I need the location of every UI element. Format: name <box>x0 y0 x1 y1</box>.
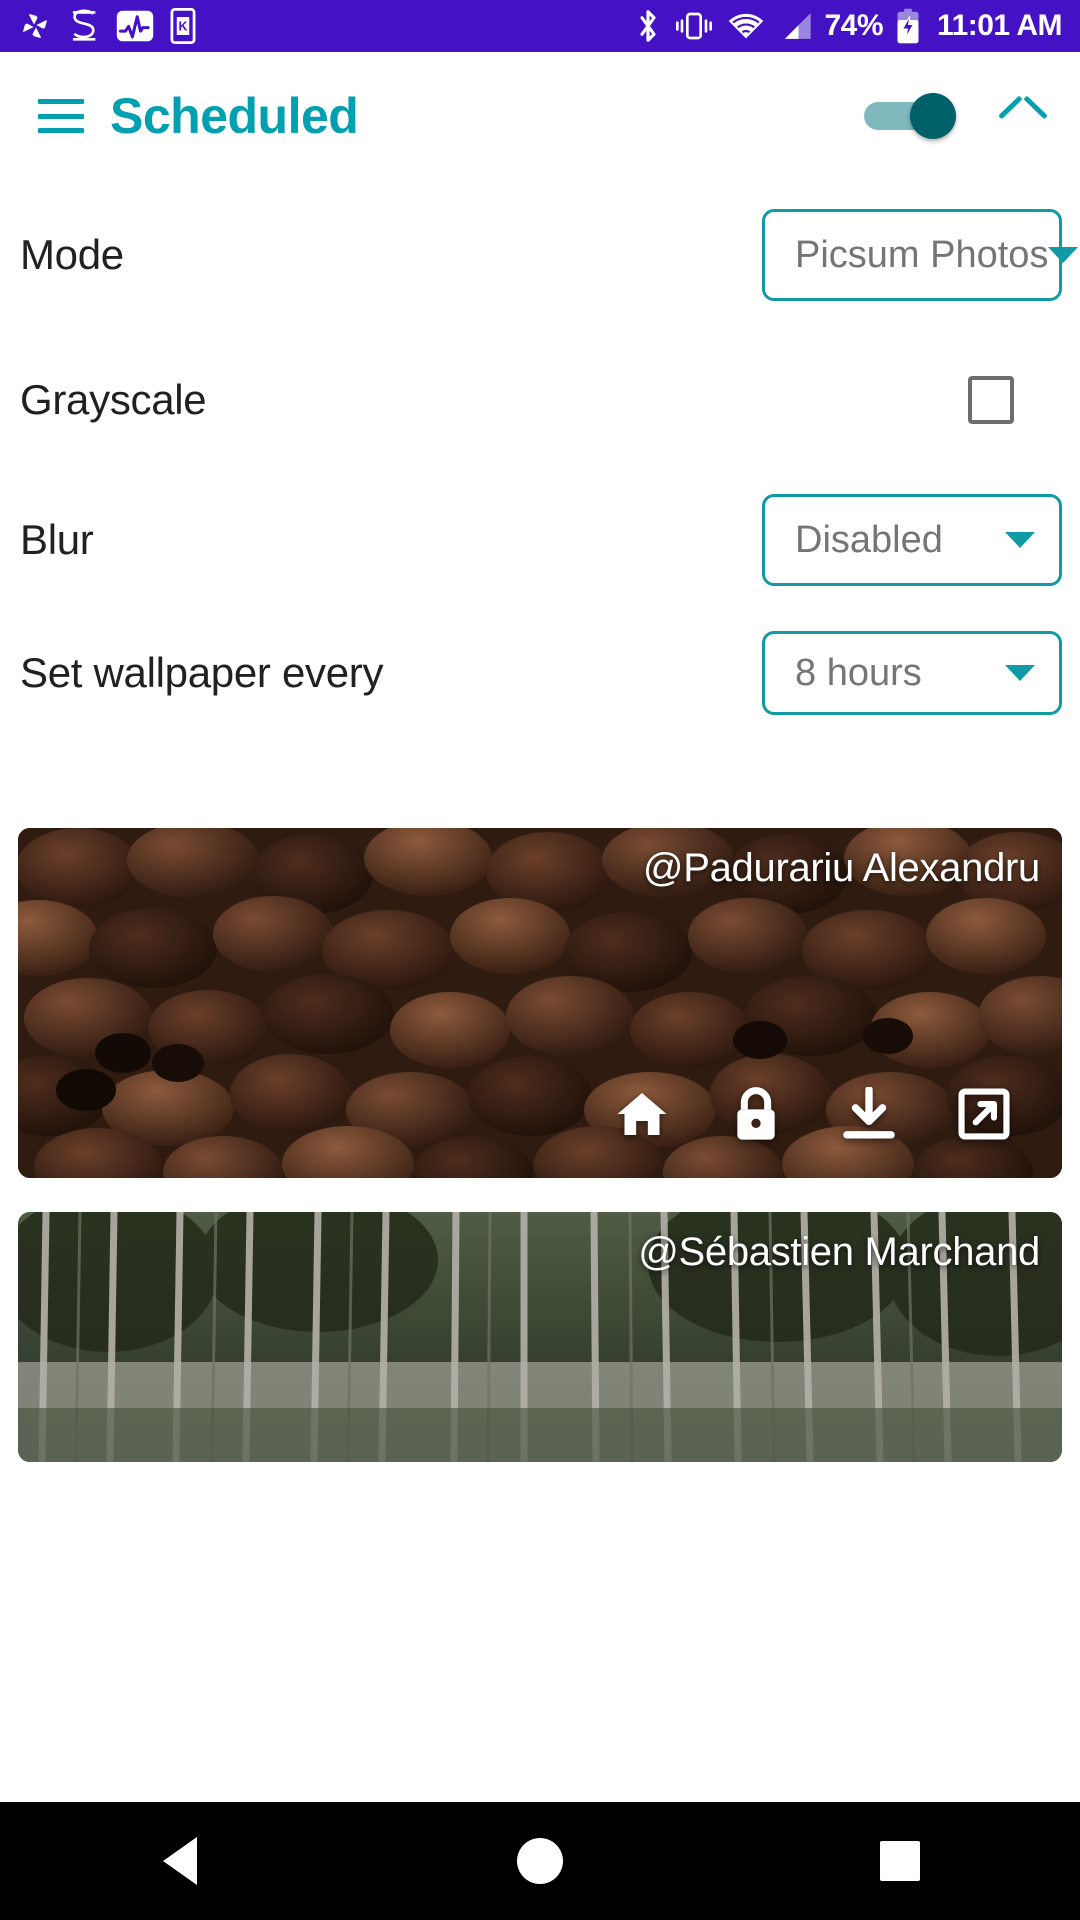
status-bar-system: 74% 11:01 AM <box>635 8 1062 44</box>
setting-row-interval: Set wallpaper every 8 hours <box>0 610 1080 736</box>
setting-label-blur: Blur <box>20 516 94 563</box>
interval-dropdown[interactable]: 8 hours <box>762 631 1062 715</box>
download-icon[interactable] <box>842 1087 896 1141</box>
clock-label: 11:01 AM <box>937 9 1062 42</box>
home-icon[interactable] <box>614 1088 670 1140</box>
app-bar: Scheduled <box>0 52 1080 180</box>
photo-card[interactable]: @Padurariu Alexandru <box>18 828 1062 1178</box>
pinwheel-icon <box>23 14 47 38</box>
nav-back-button[interactable] <box>90 1802 270 1920</box>
setting-label-mode: Mode <box>20 231 124 278</box>
battery-charging-icon <box>897 8 919 44</box>
cellular-signal-icon <box>784 13 811 39</box>
grayscale-checkbox[interactable] <box>968 376 1014 424</box>
settings-list: Mode Picsum Photos Grayscale Blur Disabl… <box>0 180 1080 736</box>
setting-label-grayscale: Grayscale <box>20 376 207 423</box>
bluetooth-icon <box>639 10 656 42</box>
photo-card-list: @Padurariu Alexandru @Sébastien Marchand <box>0 828 1080 1462</box>
open-external-icon[interactable] <box>958 1088 1010 1140</box>
interval-dropdown-value: 8 hours <box>795 651 922 694</box>
status-bar: K 74% 11:01 AM <box>0 0 1080 52</box>
svg-text:K: K <box>179 20 188 34</box>
k-badge-icon: K <box>170 8 196 44</box>
chevron-down-icon <box>1005 532 1035 548</box>
photo-attribution: @Padurariu Alexandru <box>642 846 1040 890</box>
pulse-icon <box>116 10 154 42</box>
recent-apps-icon <box>880 1841 920 1881</box>
vibrate-icon <box>675 12 712 40</box>
nav-home-button[interactable] <box>450 1802 630 1920</box>
battery-percent-label: 74% <box>824 9 884 42</box>
chevron-up-icon[interactable] <box>1000 101 1046 131</box>
lock-icon[interactable] <box>732 1086 780 1142</box>
status-bar-notifications: K <box>18 8 196 44</box>
photo-attribution: @Sébastien Marchand <box>638 1230 1040 1274</box>
setting-label-interval: Set wallpaper every <box>20 649 384 696</box>
nav-recent-button[interactable] <box>810 1802 990 1920</box>
s-logo-icon <box>72 9 96 41</box>
photo-card[interactable]: @Sébastien Marchand <box>18 1212 1062 1462</box>
photo-card-actions <box>614 1086 1010 1142</box>
hamburger-menu-icon[interactable] <box>38 99 84 133</box>
home-icon <box>517 1838 563 1884</box>
setting-row-mode: Mode Picsum Photos <box>0 180 1080 330</box>
setting-row-blur: Blur Disabled <box>0 470 1080 610</box>
setting-row-grayscale: Grayscale <box>0 330 1080 470</box>
android-nav-bar <box>0 1802 1080 1920</box>
scheduled-toggle[interactable] <box>864 93 956 139</box>
blur-dropdown-value: Disabled <box>795 518 943 561</box>
wifi-icon <box>728 13 763 39</box>
chevron-down-icon <box>1048 247 1079 263</box>
blur-dropdown[interactable]: Disabled <box>762 494 1062 586</box>
toggle-knob <box>910 93 956 139</box>
mode-dropdown-value: Picsum Photos <box>795 233 1049 276</box>
back-icon <box>163 1837 197 1885</box>
mode-dropdown[interactable]: Picsum Photos <box>762 209 1079 301</box>
chevron-down-icon <box>1005 665 1035 681</box>
page-title: Scheduled <box>110 88 359 144</box>
